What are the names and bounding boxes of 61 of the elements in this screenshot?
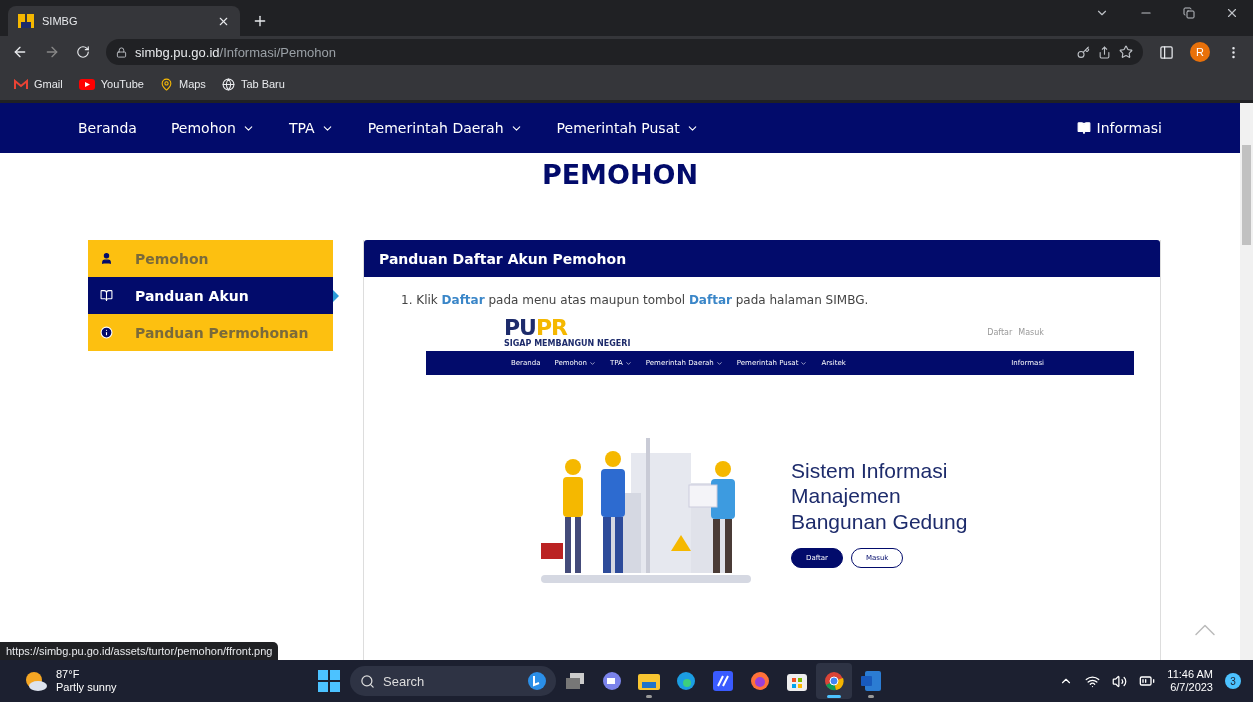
folder-icon [638, 672, 660, 690]
nav-link[interactable]: TPA [289, 120, 334, 136]
clock-date: 6/7/2023 [1170, 681, 1213, 695]
forward-icon[interactable] [44, 44, 60, 60]
globe-icon [221, 77, 235, 91]
back-icon[interactable] [12, 44, 28, 60]
play-icon [78, 78, 95, 90]
windows-stack-icon [565, 672, 585, 690]
logo-tagline: SIGAP MEMBANGUN NEGERI [504, 338, 631, 348]
user-icon [100, 252, 113, 265]
clock-time: 11:46 AM [1167, 667, 1213, 681]
search-icon [360, 673, 375, 689]
logo-wordmark: PUPR [504, 316, 568, 339]
info-icon [100, 326, 113, 339]
map-pin-icon [159, 77, 173, 91]
weather-temp: 87°F [56, 667, 81, 681]
site-favicon [18, 14, 34, 28]
side-panel-icon[interactable] [1159, 44, 1174, 60]
new-tab-icon[interactable] [252, 13, 268, 29]
notification-badge[interactable]: 3 [1225, 673, 1241, 689]
nav-link[interactable]: Pemerintah Daerah [367, 120, 523, 136]
battery-icon[interactable] [1139, 673, 1156, 689]
start-icon[interactable] [318, 670, 340, 692]
nav-link[interactable]: Beranda [78, 120, 137, 136]
browser-tab[interactable]: SIMBG [8, 6, 240, 36]
scrollbar[interactable] [1240, 103, 1253, 660]
nav-link[interactable]: Informasi [1076, 120, 1162, 136]
address-bar[interactable]: simbg.pu.go.id/Informasi/Pemohon [106, 39, 1143, 65]
pointer-triangle [333, 290, 339, 302]
round-browser-icon [824, 671, 844, 691]
status-url: https://simbg.pu.go.id/assets/turtor/pemohon/ffront.png [0, 642, 279, 660]
hero-title: Sistem Informasi Manajemen Bangunan Gedung [791, 458, 968, 534]
volume-icon[interactable] [1112, 673, 1128, 689]
key-icon[interactable] [1077, 45, 1090, 59]
restore-icon[interactable] [1183, 6, 1195, 20]
tab-title: SIMBG [42, 15, 79, 27]
sidebar-item[interactable]: Panduan Akun [88, 277, 333, 314]
star-icon[interactable] [1119, 45, 1133, 59]
book-icon [100, 289, 113, 302]
nav-link[interactable]: Pemohon [170, 120, 255, 136]
weather-text: Partly sunny [56, 681, 117, 695]
mail-icon [14, 78, 28, 90]
document-app-icon [861, 671, 881, 691]
card-title: Panduan Daftar Akun Pemohon [364, 240, 1160, 277]
store-bag-icon [787, 671, 807, 691]
close-icon[interactable] [1225, 6, 1239, 20]
search-field[interactable]: Search [350, 666, 556, 696]
share-icon[interactable] [1098, 45, 1111, 59]
bookmark-link[interactable]: YouTube [78, 78, 144, 90]
slash-app-icon [713, 671, 733, 691]
taskbar-app[interactable] [816, 663, 852, 699]
reload-icon[interactable] [76, 45, 90, 59]
bookmark-link[interactable]: Maps [159, 77, 206, 91]
book-icon [1076, 121, 1091, 135]
bookmark-link[interactable]: Tab Baru [221, 77, 285, 91]
bookmark-link[interactable]: Gmail [14, 78, 63, 90]
wifi-icon[interactable] [1085, 673, 1101, 689]
step-text: 1. Klik Daftar pada menu atas maupun tombol Daftar pada halaman SIMBG. [401, 293, 870, 307]
page-title: PEMOHON [540, 159, 700, 190]
nav-link[interactable]: Pemerintah Pusat [556, 120, 699, 136]
lock-icon [116, 46, 127, 58]
